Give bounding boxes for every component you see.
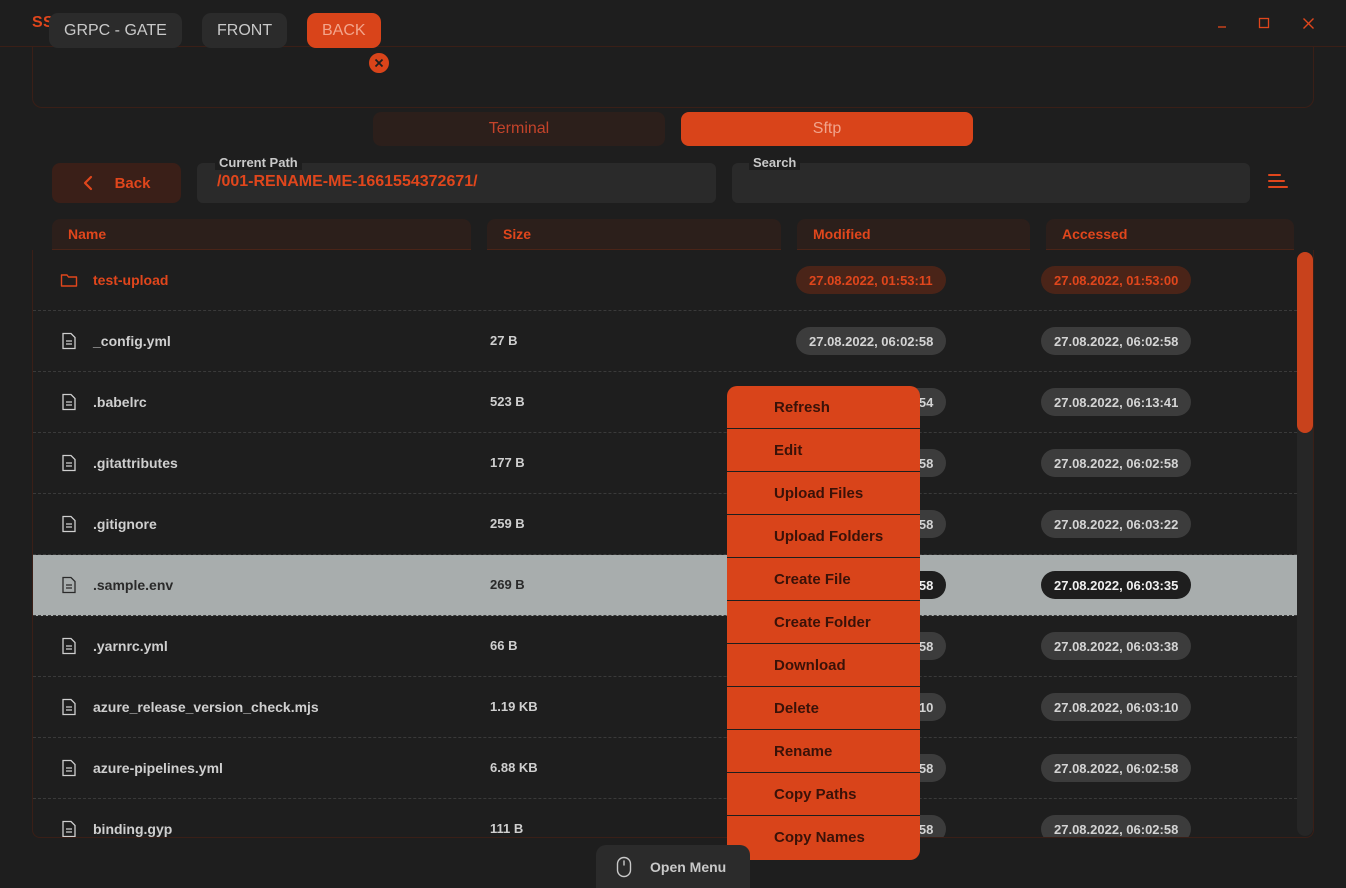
menu-item-edit[interactable]: Edit xyxy=(727,429,920,472)
accessed-date: 27.08.2022, 06:02:58 xyxy=(1041,449,1192,477)
table-row[interactable]: binding.gyp 111 B 27.08.2022, 06:02:58 2… xyxy=(33,799,1297,837)
table-row[interactable]: .gitattributes 177 B 27.08.2022, 06:02:5… xyxy=(33,433,1297,494)
file-icon xyxy=(62,698,76,716)
column-header-modified[interactable]: Modified xyxy=(797,219,1030,250)
file-name: .gitignore xyxy=(93,516,157,532)
accessed-date: 27.08.2022, 06:03:10 xyxy=(1041,693,1192,721)
file-icon xyxy=(62,759,76,777)
host-tab-front[interactable]: FRONT xyxy=(202,13,288,48)
file-name: .babelrc xyxy=(93,394,147,410)
host-tab-back[interactable]: BACK xyxy=(307,13,381,48)
sort-icon[interactable] xyxy=(1266,170,1290,192)
file-name: .gitattributes xyxy=(93,455,178,471)
host-tab-label: FRONT xyxy=(217,21,273,39)
accessed-date: 27.08.2022, 06:02:58 xyxy=(1041,815,1192,837)
chevron-left-icon xyxy=(83,175,92,191)
file-icon xyxy=(62,637,76,655)
column-header-accessed[interactable]: Accessed xyxy=(1046,219,1294,250)
file-size: 523 B xyxy=(490,394,525,409)
modified-date: 27.08.2022, 01:53:11 xyxy=(796,266,946,294)
host-tab-label: BACK xyxy=(322,21,366,39)
accessed-date: 27.08.2022, 06:13:41 xyxy=(1041,388,1192,416)
table-row[interactable]: .babelrc 523 B 27.08.2022, 06:13:54 27.0… xyxy=(33,372,1297,433)
close-host-tab-icon[interactable] xyxy=(368,52,390,74)
file-icon xyxy=(62,393,76,411)
column-header-size[interactable]: Size xyxy=(487,219,781,250)
accessed-date: 27.08.2022, 06:02:58 xyxy=(1041,327,1192,355)
menu-item-delete[interactable]: Delete xyxy=(727,687,920,730)
accessed-date: 27.08.2022, 06:03:38 xyxy=(1041,632,1192,660)
table-row[interactable]: .yarnrc.yml 66 B 27.08.2022, 06:02:58 27… xyxy=(33,616,1297,677)
tab-terminal[interactable]: Terminal xyxy=(373,112,665,146)
file-name: .sample.env xyxy=(93,577,174,593)
table-row[interactable]: azure_release_version_check.mjs 1.19 KB … xyxy=(33,677,1297,738)
file-size: 1.19 KB xyxy=(490,699,538,714)
scrollbar-thumb[interactable] xyxy=(1297,252,1313,433)
file-size: 111 B xyxy=(490,821,524,836)
back-button[interactable]: Back xyxy=(52,163,181,203)
accessed-date: 27.08.2022, 06:03:22 xyxy=(1041,510,1192,538)
column-label: Accessed xyxy=(1062,226,1128,242)
context-menu: Refresh Edit Upload Files Upload Folders… xyxy=(727,386,920,860)
maximize-icon[interactable] xyxy=(1254,13,1274,33)
menu-item-upload-files[interactable]: Upload Files xyxy=(727,472,920,515)
menu-item-copy-paths[interactable]: Copy Paths xyxy=(727,773,920,816)
file-icon xyxy=(62,332,76,350)
menu-item-copy-names[interactable]: Copy Names xyxy=(727,816,920,859)
file-name: binding.gyp xyxy=(93,821,173,837)
file-size: 259 B xyxy=(490,516,525,531)
table-row-selected[interactable]: .sample.env 269 B 27.08.2022, 06:02:58 2… xyxy=(33,555,1297,616)
tab-label: Terminal xyxy=(488,120,550,137)
mouse-icon xyxy=(616,856,632,877)
open-menu-label: Open Menu xyxy=(650,858,727,875)
accessed-date: 27.08.2022, 06:02:58 xyxy=(1041,754,1192,782)
modified-date: 27.08.2022, 06:02:58 xyxy=(796,327,947,355)
file-icon xyxy=(62,820,76,837)
file-table: test-upload 27.08.2022, 01:53:11 27.08.2… xyxy=(32,250,1314,838)
column-label: Name xyxy=(68,226,107,242)
table-row[interactable]: test-upload 27.08.2022, 01:53:11 27.08.2… xyxy=(33,250,1297,311)
file-size: 27 B xyxy=(490,333,518,348)
file-name: .yarnrc.yml xyxy=(93,638,168,654)
accessed-date: 27.08.2022, 01:53:00 xyxy=(1041,266,1192,294)
hosts-panel xyxy=(32,47,1314,108)
table-row[interactable]: _config.yml 27 B 27.08.2022, 06:02:58 27… xyxy=(33,311,1297,372)
column-label: Size xyxy=(503,226,532,242)
table-row[interactable]: .gitignore 259 B 27.08.2022, 06:02:58 27… xyxy=(33,494,1297,555)
current-path-value[interactable]: /001-RENAME-ME-1661554372671/ xyxy=(217,173,478,191)
column-label: Modified xyxy=(813,226,871,242)
menu-item-download[interactable]: Download xyxy=(727,644,920,687)
tab-label: Sftp xyxy=(812,120,842,137)
back-label: Back xyxy=(114,174,151,192)
menu-item-rename[interactable]: Rename xyxy=(727,730,920,773)
file-name: test-upload xyxy=(93,272,169,288)
search-label: Search xyxy=(749,155,801,170)
folder-icon xyxy=(60,274,78,287)
file-name: _config.yml xyxy=(93,333,171,349)
column-header-name[interactable]: Name xyxy=(52,219,471,250)
search-input[interactable] xyxy=(732,163,1250,203)
table-row[interactable]: azure-pipelines.yml 6.88 KB 27.08.2022, … xyxy=(33,738,1297,799)
file-icon xyxy=(62,576,76,594)
file-name: azure_release_version_check.mjs xyxy=(93,699,319,715)
menu-item-create-file[interactable]: Create File xyxy=(727,558,920,601)
current-path-label: Current Path xyxy=(215,155,302,170)
file-icon xyxy=(62,515,76,533)
file-size: 66 B xyxy=(490,638,518,653)
tab-sftp[interactable]: Sftp xyxy=(681,112,973,146)
file-icon xyxy=(62,454,76,472)
open-menu-button[interactable]: Open Menu xyxy=(596,845,750,888)
file-size: 177 B xyxy=(490,455,525,470)
close-icon[interactable] xyxy=(1298,13,1318,33)
file-name: azure-pipelines.yml xyxy=(93,760,223,776)
minimize-icon[interactable] xyxy=(1212,13,1232,33)
host-tab-label: GRPC - GATE xyxy=(64,21,167,39)
menu-item-refresh[interactable]: Refresh xyxy=(727,386,920,429)
file-size: 6.88 KB xyxy=(490,760,538,775)
menu-item-create-folder[interactable]: Create Folder xyxy=(727,601,920,644)
host-tab-grpc-gate[interactable]: GRPC - GATE xyxy=(49,13,182,48)
accessed-date: 27.08.2022, 06:03:35 xyxy=(1041,571,1192,599)
menu-item-upload-folders[interactable]: Upload Folders xyxy=(727,515,920,558)
file-size: 269 B xyxy=(490,577,525,592)
